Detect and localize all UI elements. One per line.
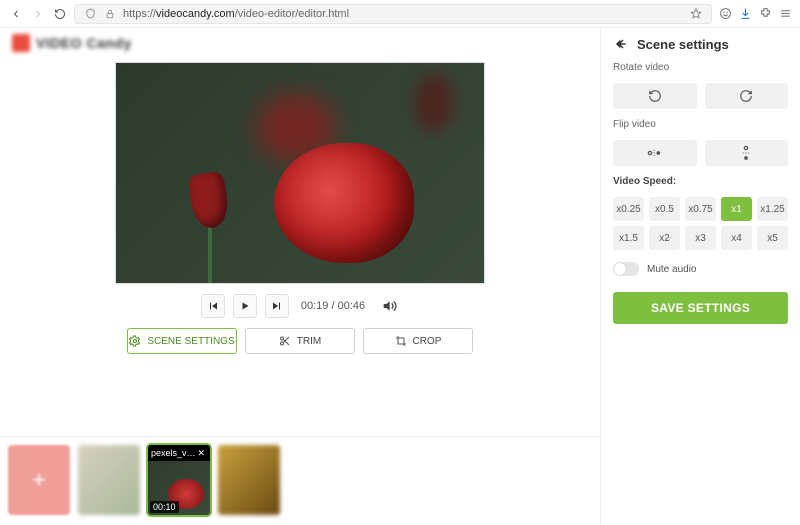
forward-icon[interactable] [30, 6, 46, 22]
flip-label: Flip video [613, 119, 788, 130]
back-icon[interactable] [8, 6, 24, 22]
smile-icon[interactable] [718, 7, 732, 21]
download-icon[interactable] [738, 7, 752, 21]
rotate-ccw-icon [646, 89, 664, 103]
flip-h-icon [645, 147, 665, 159]
speed-x0_25[interactable]: x0.25 [613, 197, 644, 221]
speed-x2[interactable]: x2 [649, 226, 680, 250]
speed-label: Video Speed: [613, 176, 788, 187]
speed-x3[interactable]: x3 [685, 226, 716, 250]
speed-x1_5[interactable]: x1.5 [613, 226, 644, 250]
brand-logo [12, 34, 30, 52]
star-icon[interactable] [689, 7, 703, 21]
action-label: CROP [413, 336, 442, 347]
speed-x0_75[interactable]: x0.75 [685, 197, 716, 221]
url-bar[interactable]: https://videocandy.com/video-editor/edit… [74, 4, 712, 24]
play-button[interactable] [233, 294, 257, 318]
scene-settings-panel: Scene settings Rotate video Flip video V… [600, 28, 800, 525]
playback-time: 00:19 / 00:46 [301, 300, 365, 312]
clip-name: pexels_v… [151, 448, 196, 458]
scissors-icon [279, 335, 291, 347]
rotate-left-button[interactable] [613, 83, 697, 109]
rotate-cw-icon [737, 89, 755, 103]
panel-title: Scene settings [637, 37, 729, 52]
rotate-right-button[interactable] [705, 83, 789, 109]
reload-icon[interactable] [52, 6, 68, 22]
speed-x4[interactable]: x4 [721, 226, 752, 250]
speed-x1[interactable]: x1 [721, 197, 752, 221]
mute-label: Mute audio [647, 264, 696, 275]
next-frame-button[interactable] [265, 294, 289, 318]
clip-duration: 00:10 [150, 501, 179, 513]
add-clip-button[interactable]: + [8, 445, 70, 515]
volume-icon[interactable] [379, 296, 399, 316]
lock-icon [103, 7, 117, 21]
url-text: https://videocandy.com/video-editor/edit… [123, 8, 349, 20]
video-preview[interactable] [115, 62, 485, 284]
menu-icon[interactable] [778, 7, 792, 21]
clip-thumb[interactable] [78, 445, 140, 515]
flip-horizontal-button[interactable] [613, 140, 697, 166]
rotate-label: Rotate video [613, 62, 788, 73]
gear-icon [129, 335, 141, 347]
clip-thumb[interactable] [218, 445, 280, 515]
shield-icon [83, 7, 97, 21]
app-header: VIDEO Candy [0, 28, 600, 58]
prev-frame-button[interactable] [201, 294, 225, 318]
speed-x5[interactable]: x5 [757, 226, 788, 250]
action-label: SCENE SETTINGS [147, 336, 234, 347]
browser-chrome: https://videocandy.com/video-editor/edit… [0, 0, 800, 28]
speed-grid: x0.25x0.5x0.75x1x1.25 x1.5x2x3x4x5 [613, 197, 788, 250]
main-area: VIDEO Candy 00:19 / 00:46 SCENE SET [0, 28, 600, 525]
brand-name: VIDEO Candy [36, 35, 132, 51]
extensions-icon[interactable] [758, 7, 772, 21]
crop-icon [395, 335, 407, 347]
mute-toggle[interactable] [613, 262, 639, 276]
back-arrow-icon[interactable] [613, 36, 629, 52]
timeline: + pexels_v… ✕ 00:10 [0, 436, 600, 525]
clip-thumb-selected[interactable]: pexels_v… ✕ 00:10 [148, 445, 210, 515]
flip-v-icon [740, 143, 752, 163]
save-settings-button[interactable]: SAVE SETTINGS [613, 292, 788, 324]
speed-x1_25[interactable]: x1.25 [757, 197, 788, 221]
action-label: TRIM [297, 336, 321, 347]
scene-settings-button[interactable]: SCENE SETTINGS [127, 328, 237, 354]
trim-button[interactable]: TRIM [245, 328, 355, 354]
flip-vertical-button[interactable] [705, 140, 789, 166]
speed-x0_5[interactable]: x0.5 [649, 197, 680, 221]
player-controls: 00:19 / 00:46 [201, 294, 399, 318]
crop-button[interactable]: CROP [363, 328, 473, 354]
close-icon[interactable]: ✕ [196, 447, 207, 459]
